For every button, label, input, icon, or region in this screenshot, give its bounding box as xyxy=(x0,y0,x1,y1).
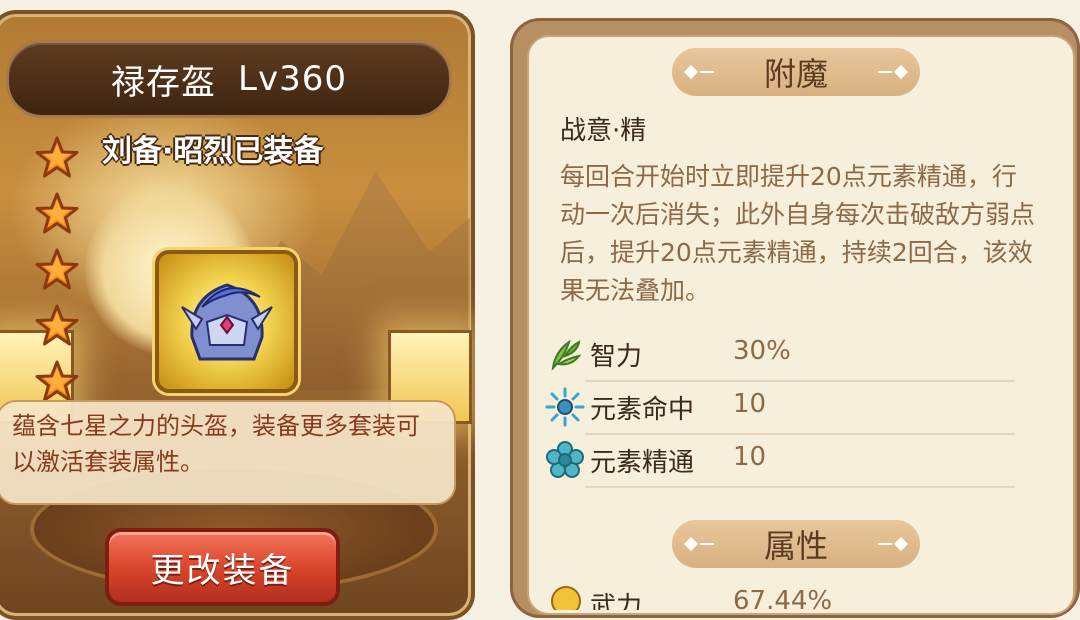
stat-name: 元素精通 xyxy=(590,448,695,478)
stat-value: 10 xyxy=(733,389,767,419)
enchant-section-header: 附魔 xyxy=(672,48,920,96)
diamond-ornament-icon xyxy=(683,64,699,80)
helmet-item-icon[interactable] xyxy=(155,250,298,393)
equipped-by-label: 刘备·昭烈已装备 xyxy=(102,134,324,169)
star-icon xyxy=(34,303,80,349)
equipment-level: Lv360 xyxy=(238,59,347,99)
stat-divider xyxy=(585,433,1015,435)
star-icon xyxy=(34,359,80,405)
fist-icon xyxy=(551,586,581,610)
stat-divider xyxy=(585,486,1015,488)
change-equipment-button[interactable]: 更改装备 xyxy=(105,528,340,606)
flower-icon xyxy=(546,441,584,478)
stat-row: 元素命中 10 xyxy=(545,383,1015,435)
diamond-ornament-icon xyxy=(683,536,699,552)
stat-value: 30% xyxy=(733,336,791,366)
attribute-section-title: 属性 xyxy=(763,527,828,565)
star-icon xyxy=(34,191,80,237)
star-icon xyxy=(34,247,80,293)
enchant-section-title: 附魔 xyxy=(763,55,828,93)
burst-icon xyxy=(545,387,585,427)
dash-ornament xyxy=(700,71,714,73)
diamond-ornament-icon xyxy=(893,64,909,80)
equipment-description: 蕴含七星之力的头盔，装备更多套装可以激活套装属性。 xyxy=(0,400,456,505)
star-icon xyxy=(34,135,80,181)
stat-divider xyxy=(585,380,1015,382)
stat-name: 武力 xyxy=(590,592,643,610)
dash-ornament xyxy=(878,71,892,73)
attribute-section-header: 属性 xyxy=(672,520,920,568)
star-rating xyxy=(34,135,86,415)
leaf-icon xyxy=(551,339,582,371)
enchant-description: 每回合开始时立即提升20点元素精通，行动一次后消失；此外自身每次击破敌方弱点后，… xyxy=(560,162,1036,305)
stat-value: 10 xyxy=(733,442,767,472)
stat-row: 元素精通 10 xyxy=(545,436,1015,488)
equipment-name: 禄存盔 xyxy=(111,62,217,103)
stat-row: 智力 30% xyxy=(545,330,1015,382)
equipment-title-bar: 禄存盔 Lv360 xyxy=(6,40,452,118)
dash-ornament xyxy=(700,543,714,545)
stat-name: 元素命中 xyxy=(590,395,695,425)
stat-value: 67.44% xyxy=(733,586,833,610)
enchant-name: 战意·精 xyxy=(560,116,647,146)
dash-ornament xyxy=(878,543,892,545)
diamond-ornament-icon xyxy=(893,536,909,552)
helmet-icon xyxy=(180,282,273,360)
stat-name: 智力 xyxy=(590,342,643,372)
